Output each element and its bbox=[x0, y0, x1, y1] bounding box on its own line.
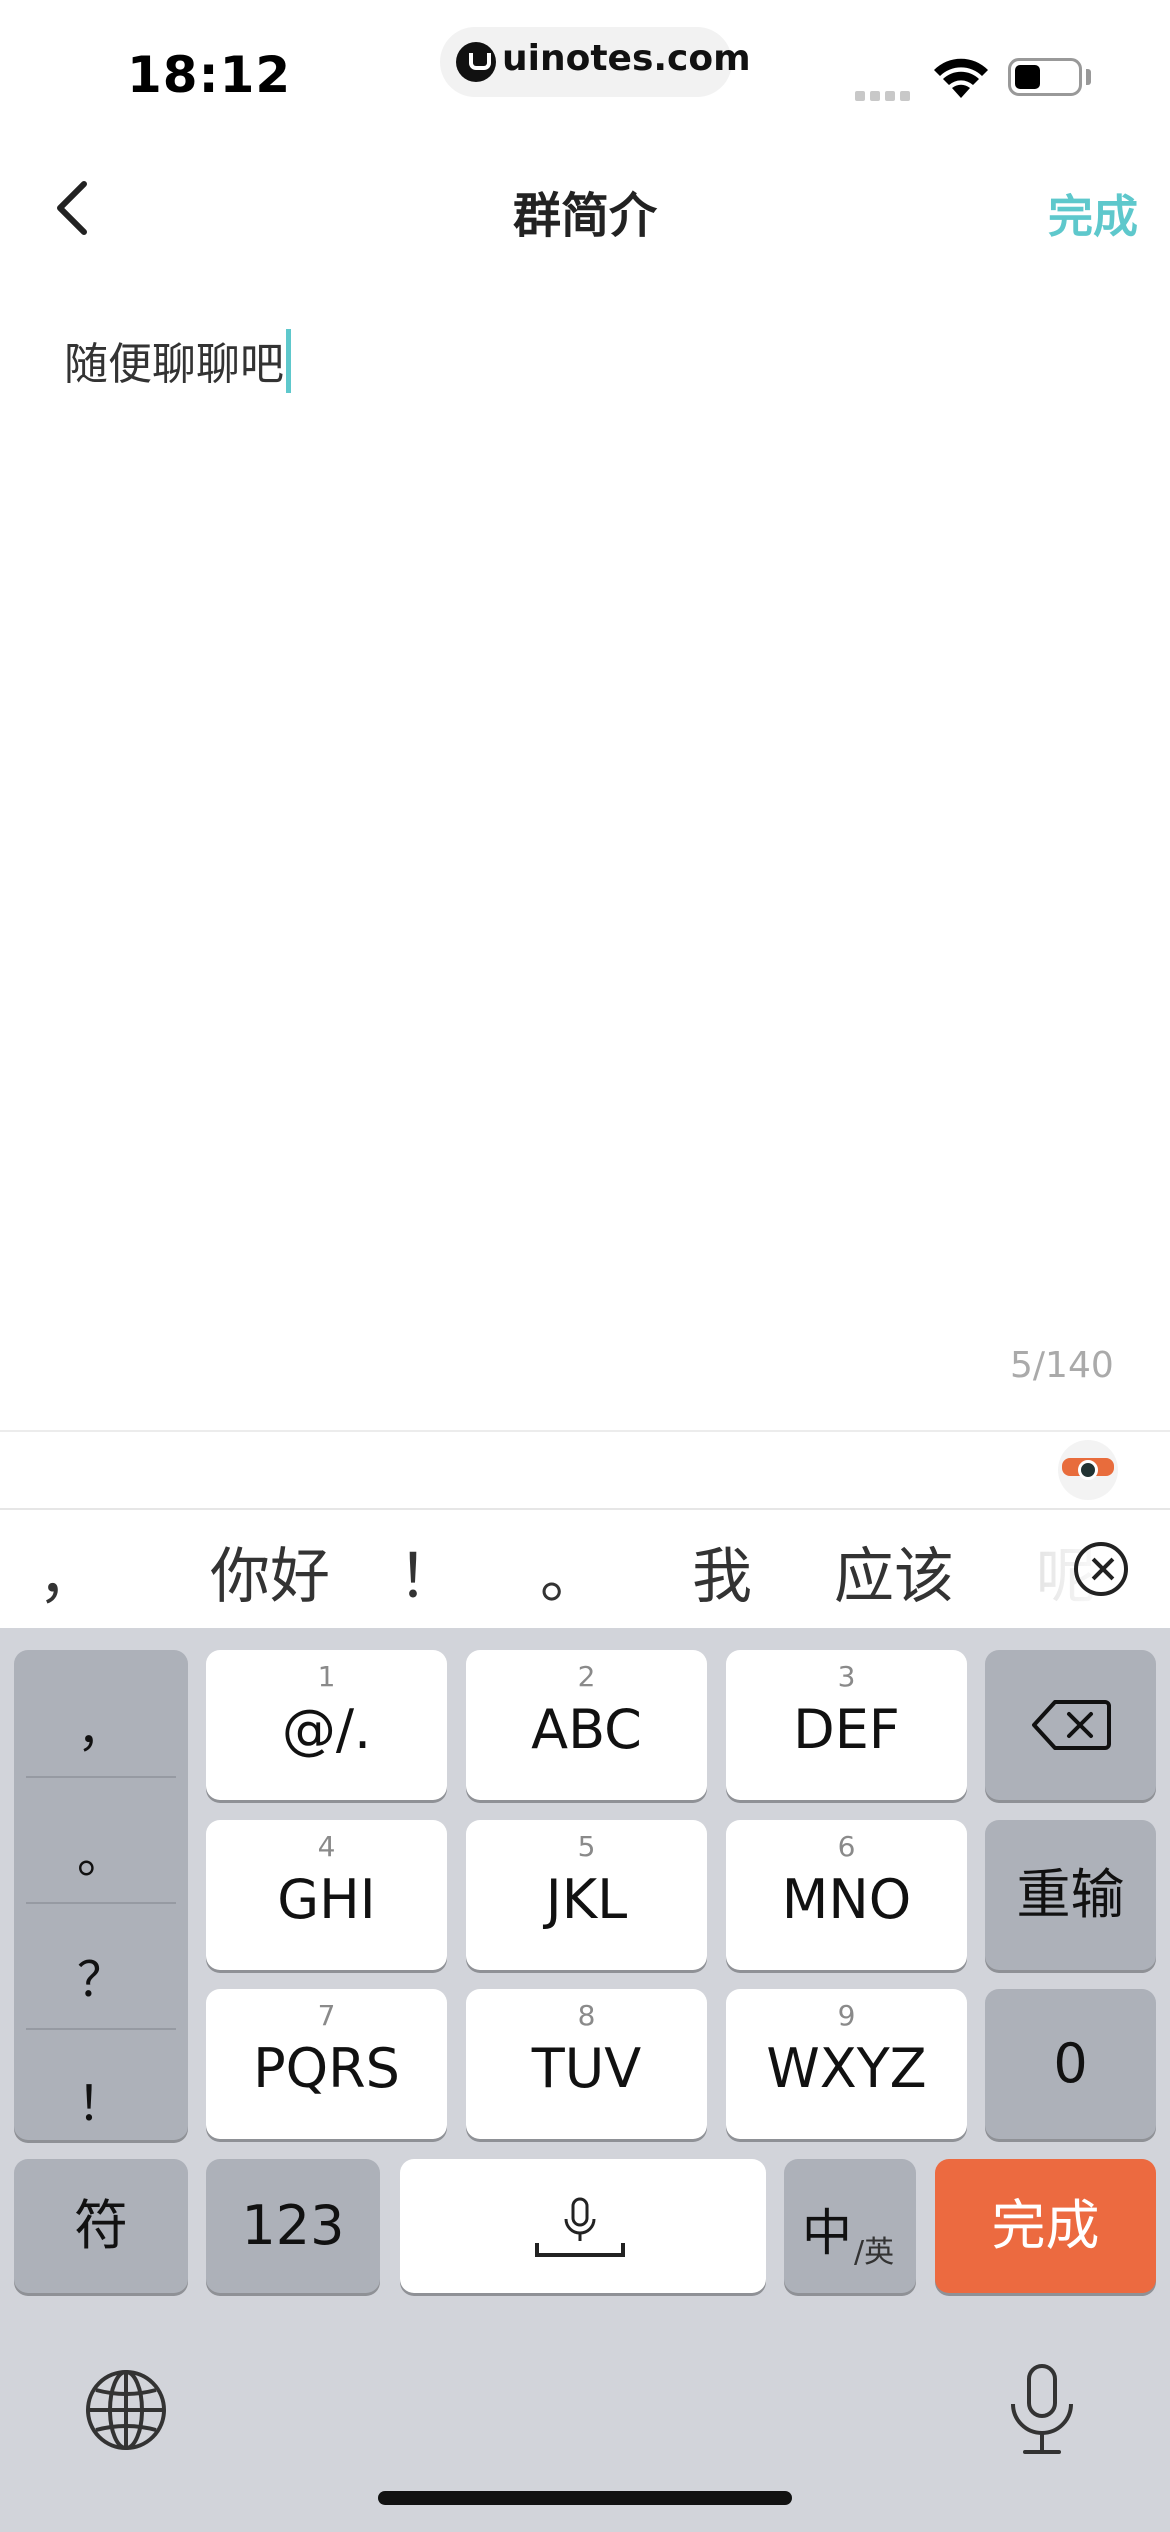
key-label: JKL bbox=[545, 1868, 628, 1931]
battery-level bbox=[1015, 65, 1040, 89]
punct-key[interactable]: ！ bbox=[14, 2064, 188, 2134]
key-3[interactable]: 3 DEF bbox=[726, 1650, 967, 1800]
key-label: 123 bbox=[241, 2194, 345, 2257]
delete-icon bbox=[1032, 1700, 1111, 1750]
url-text: uinotes.com bbox=[502, 38, 751, 79]
key-7[interactable]: 7 PQRS bbox=[206, 1989, 447, 2139]
globe-icon[interactable] bbox=[84, 2368, 168, 2452]
key-label: TUV bbox=[531, 2037, 642, 2100]
key-number: 8 bbox=[577, 1999, 596, 2032]
key-label: ABC bbox=[531, 1698, 642, 1761]
key-number: 9 bbox=[837, 1999, 856, 2032]
signal-icon bbox=[855, 86, 915, 105]
key-1[interactable]: 1 @/. bbox=[206, 1650, 447, 1800]
key-5[interactable]: 5 JKL bbox=[466, 1820, 707, 1970]
symbols-key[interactable]: 符 bbox=[14, 2159, 188, 2293]
wifi-icon bbox=[934, 58, 988, 98]
key-9[interactable]: 9 WXYZ bbox=[726, 1989, 967, 2139]
group-intro-input[interactable]: 随便聊聊吧 bbox=[64, 328, 291, 393]
key-0[interactable]: 0 bbox=[985, 1989, 1156, 2139]
punct-key[interactable]: 。 bbox=[14, 1816, 188, 1886]
lang-sub: /英 bbox=[854, 2235, 895, 2270]
mic-icon[interactable] bbox=[1005, 2362, 1079, 2458]
candidate-item[interactable]: 你好 bbox=[210, 1528, 330, 1615]
key-6[interactable]: 6 MNO bbox=[726, 1820, 967, 1970]
delete-key[interactable] bbox=[985, 1650, 1156, 1800]
char-counter: 5/140 bbox=[1010, 1345, 1114, 1386]
close-icon[interactable] bbox=[1074, 1542, 1128, 1596]
status-time: 18:12 bbox=[127, 46, 292, 104]
home-indicator[interactable] bbox=[378, 2491, 792, 2505]
text-cursor bbox=[286, 329, 291, 393]
done-button[interactable]: 完成 bbox=[1048, 180, 1138, 245]
key-8[interactable]: 8 TUV bbox=[466, 1989, 707, 2139]
candidate-item[interactable]: ！ bbox=[398, 1528, 458, 1615]
divider bbox=[26, 2028, 176, 2030]
key-number: 2 bbox=[577, 1660, 596, 1693]
key-number: 1 bbox=[317, 1660, 336, 1693]
page-title: 群简介 bbox=[512, 188, 657, 244]
divider bbox=[26, 1902, 176, 1904]
key-label: MNO bbox=[781, 1868, 912, 1931]
mascot-icon[interactable] bbox=[1058, 1440, 1118, 1500]
key-number: 6 bbox=[837, 1830, 856, 1863]
space-key[interactable] bbox=[400, 2159, 766, 2293]
group-intro-text: 随便聊聊吧 bbox=[64, 339, 284, 390]
key-label: 符 bbox=[74, 2194, 128, 2257]
lang-main: 中 bbox=[802, 2204, 852, 2262]
punct-key[interactable]: ？ bbox=[14, 1940, 188, 2010]
key-number: 4 bbox=[317, 1830, 336, 1863]
key-label: PQRS bbox=[253, 2037, 400, 2100]
key-number: 7 bbox=[317, 1999, 336, 2032]
key-number: 3 bbox=[837, 1660, 856, 1693]
key-label: DEF bbox=[793, 1698, 900, 1761]
key-label: 0 bbox=[1053, 2032, 1088, 2095]
key-label: WXYZ bbox=[766, 2037, 927, 2100]
numbers-key[interactable]: 123 bbox=[206, 2159, 380, 2293]
candidate-item[interactable]: ， bbox=[38, 1528, 98, 1615]
punct-key[interactable]: ， bbox=[14, 1690, 188, 1760]
language-key[interactable]: 中 /英 bbox=[784, 2159, 916, 2293]
space-mic-icon bbox=[535, 2197, 625, 2257]
key-label: @/. bbox=[281, 1698, 372, 1761]
key-label: GHI bbox=[277, 1868, 376, 1931]
battery-tip bbox=[1086, 69, 1091, 85]
site-logo-icon bbox=[456, 42, 496, 82]
key-number: 5 bbox=[577, 1830, 596, 1863]
retype-key[interactable]: 重输 bbox=[985, 1820, 1156, 1970]
divider bbox=[26, 1776, 176, 1778]
candidate-item[interactable]: 我 bbox=[692, 1528, 752, 1615]
key-label: 完成 bbox=[991, 2194, 1100, 2257]
candidate-item[interactable]: 应该 bbox=[834, 1528, 954, 1615]
key-label: 重输 bbox=[1016, 1863, 1125, 1926]
keyboard-toolbar bbox=[0, 1432, 1170, 1510]
key-2[interactable]: 2 ABC bbox=[466, 1650, 707, 1800]
key-4[interactable]: 4 GHI bbox=[206, 1820, 447, 1970]
candidate-item[interactable]: 。 bbox=[540, 1528, 600, 1615]
keyboard-done-key[interactable]: 完成 bbox=[935, 2159, 1156, 2293]
